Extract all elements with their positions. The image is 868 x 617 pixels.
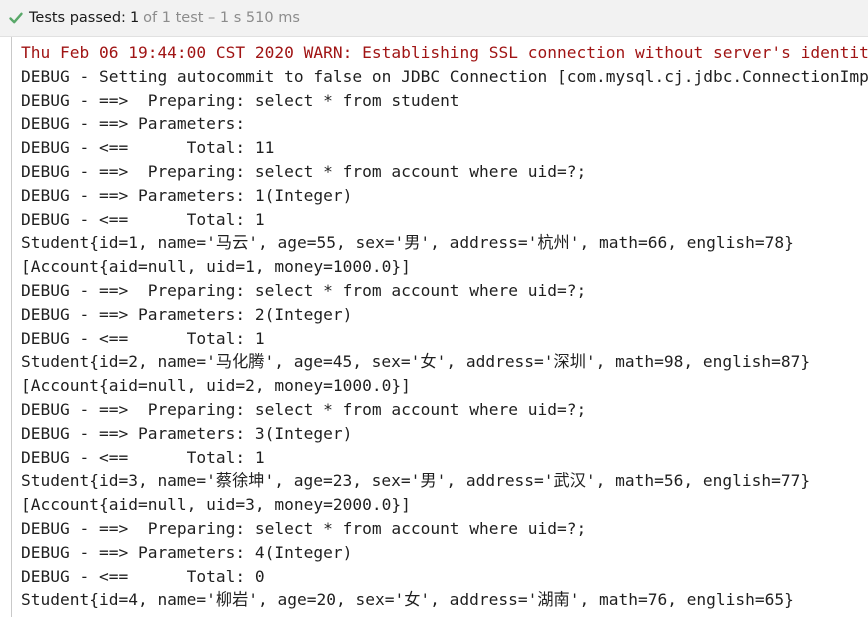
console-line: [Account{aid=null, uid=2, money=1000.0}] [21,376,411,396]
console-line: DEBUG - <== Total: 11 [21,138,275,158]
console-line: DEBUG - ==> Parameters: 1(Integer) [21,185,353,205]
test-duration: of 1 test – 1 s 510 ms [143,10,300,26]
console-line: DEBUG - ==> Parameters: 3(Integer) [21,423,353,443]
console-line: DEBUG - ==> Preparing: select * from acc… [21,161,587,181]
console-line: DEBUG - <== Total: 1 [21,328,265,348]
console-output[interactable]: Thu Feb 06 19:44:00 CST 2020 WARN: Estab… [0,37,868,617]
console-line-warning: Thu Feb 06 19:44:00 CST 2020 WARN: Estab… [21,43,868,62]
status-label: Tests passed: [29,10,126,26]
console-line: [Account{aid=null, uid=1, money=1000.0}] [21,257,411,277]
console-line: Student{id=3, name='蔡徐坤', age=23, sex='男… [21,471,811,491]
console-line: DEBUG - ==> Preparing: select * from acc… [21,280,587,300]
console-line: [] [21,612,868,617]
console-line: DEBUG - ==> Preparing: select * from acc… [21,518,587,538]
console-line: DEBUG - ==> Parameters: 2(Integer) [21,304,353,324]
passed-count: 1 [129,10,140,26]
console-line: DEBUG - ==> Preparing: select * from stu… [21,90,460,110]
console-line: DEBUG - <== Total: 1 [21,209,265,229]
console-line: Student{id=2, name='马化腾', age=45, sex='女… [21,352,811,372]
console-line: DEBUG - ==> Parameters: 4(Integer) [21,542,353,562]
check-icon [8,10,24,26]
console-line: Student{id=4, name='柳岩', age=20, sex='女'… [21,590,794,610]
console-line: DEBUG - ==> Preparing: select * from acc… [21,399,587,419]
console-line: DEBUG - <== Total: 0 [21,566,265,586]
console-lines: Thu Feb 06 19:44:00 CST 2020 WARN: Estab… [21,41,868,617]
console-line: DEBUG - Setting autocommit to false on J… [21,66,868,86]
test-status-bar: Tests passed: 1 of 1 test – 1 s 510 ms [0,0,868,37]
console-line: Student{id=1, name='马云', age=55, sex='男'… [21,233,794,253]
console-line: [Account{aid=null, uid=3, money=2000.0}] [21,495,411,515]
console-line: DEBUG - ==> Parameters: [21,114,255,134]
console-line: DEBUG - <== Total: 1 [21,447,265,467]
gutter-divider [11,37,12,617]
